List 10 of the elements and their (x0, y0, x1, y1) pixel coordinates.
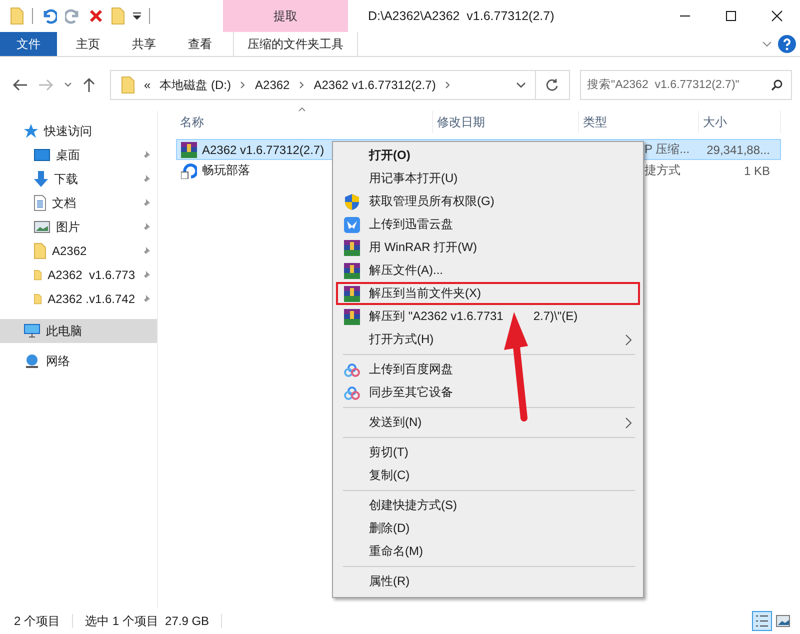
file-name: A2362 v1.6.77312(2.7) (202, 142, 324, 156)
context-tab-header: 提取 (223, 0, 348, 32)
status-text: 2 个项目 (14, 612, 60, 630)
status-text: 选中 1 个项目 27.9 GB (85, 612, 210, 630)
file-size: 1 KB (744, 164, 770, 178)
file-type: P 压缩... (644, 141, 690, 158)
file-name: 畅玩部落 (202, 162, 250, 179)
file-size: 29,341,88... (706, 142, 770, 156)
file-type: 捷方式 (644, 162, 680, 179)
window-title: D:\A2362\A2362 v1.6.77312(2.7) (368, 9, 554, 23)
